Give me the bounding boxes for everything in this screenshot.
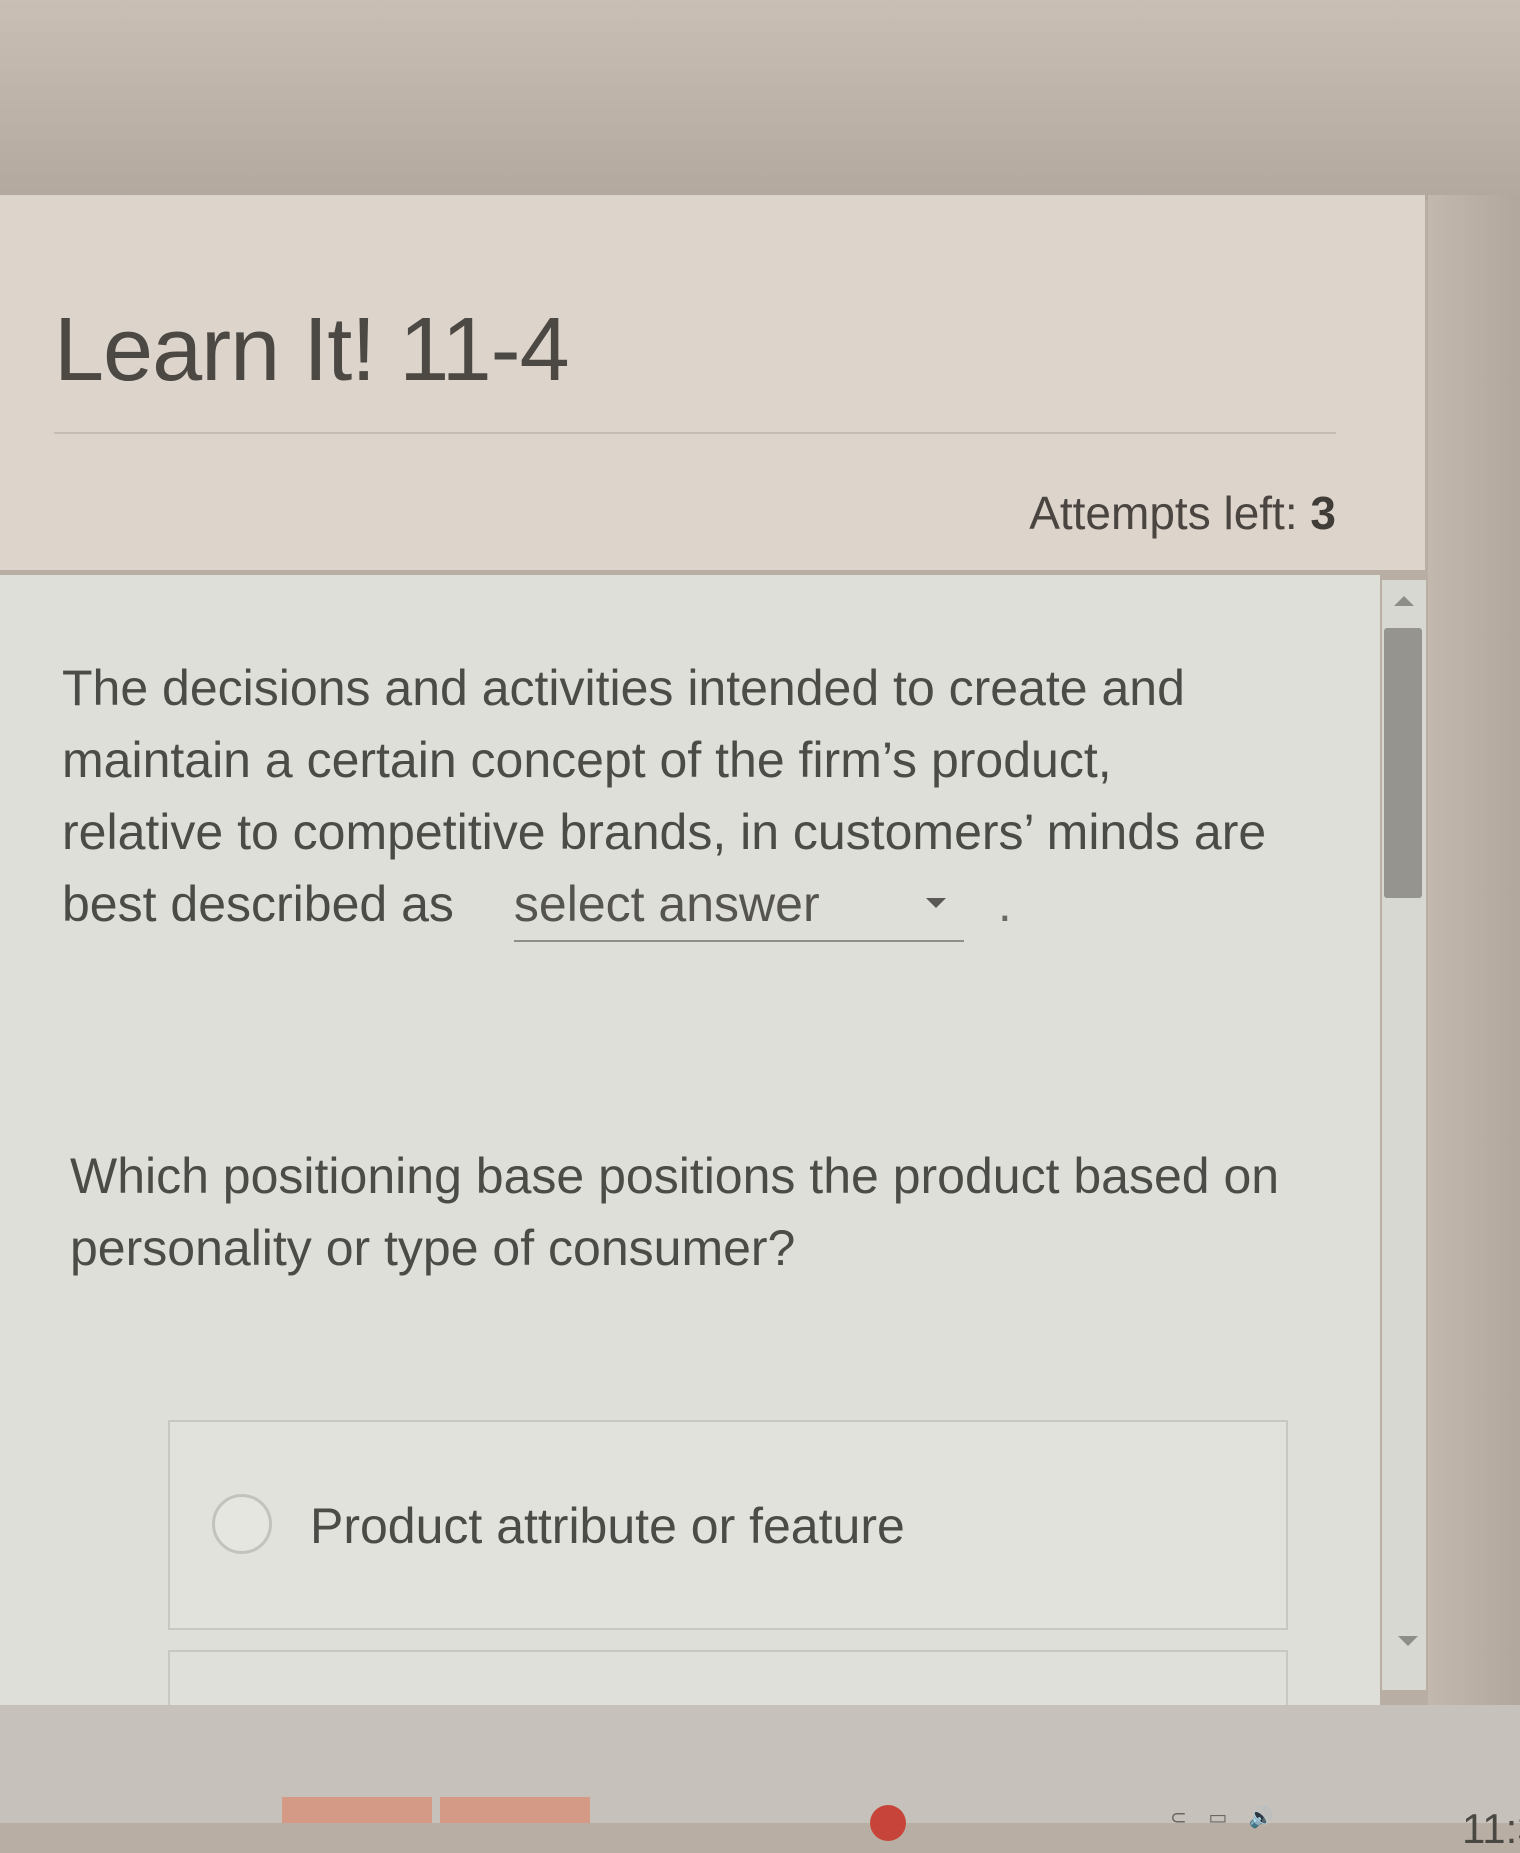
answer-option-label: Product attribute or feature — [310, 1498, 905, 1554]
dropdown-label: select answer — [513, 876, 820, 932]
answer-option[interactable]: Product attribute or feature — [168, 1420, 1288, 1630]
window-edge — [1428, 195, 1520, 1705]
question-1-prefix: best described as — [62, 876, 454, 932]
attempts-counter: Attempts left: 3 — [1029, 485, 1336, 541]
question-1-line: The decisions and activities intended to… — [62, 660, 1185, 716]
sentence-end: . — [997, 876, 1012, 932]
taskbar: ⊂ ▭ 🔊 11:3 — [0, 1705, 1520, 1852]
question-1: The decisions and activities intended to… — [62, 652, 1312, 942]
scroll-down-arrow-icon[interactable] — [1398, 1636, 1418, 1646]
taskbar-app-button[interactable] — [282, 1797, 432, 1823]
title-divider — [54, 432, 1336, 434]
taskbar-clock[interactable]: 11:3 — [1462, 1805, 1520, 1853]
scroll-up-arrow-icon[interactable] — [1394, 596, 1414, 606]
notification-badge-icon[interactable] — [870, 1805, 906, 1841]
system-tray-icons[interactable]: ⊂ ▭ 🔊 — [1170, 1805, 1340, 1829]
background-top — [0, 0, 1520, 200]
caret-down-icon — [925, 898, 946, 908]
attempts-value: 3 — [1310, 487, 1336, 539]
question-2: Which positioning base positions the pro… — [70, 1148, 1280, 1276]
answer-dropdown[interactable]: select answer — [513, 868, 964, 942]
question-1-line: relative to competitive brands, in custo… — [62, 804, 1267, 860]
scrollbar-thumb[interactable] — [1384, 628, 1422, 898]
question-1-line: maintain a certain concept of the firm’s… — [62, 732, 1112, 788]
taskbar-app-button[interactable] — [440, 1797, 590, 1823]
question-1-last-line: best described as select answer. — [62, 868, 1312, 942]
attempts-label: Attempts left: — [1029, 487, 1298, 539]
radio-button[interactable] — [212, 1494, 272, 1554]
page-title: Learn It! 11-4 — [54, 300, 570, 400]
